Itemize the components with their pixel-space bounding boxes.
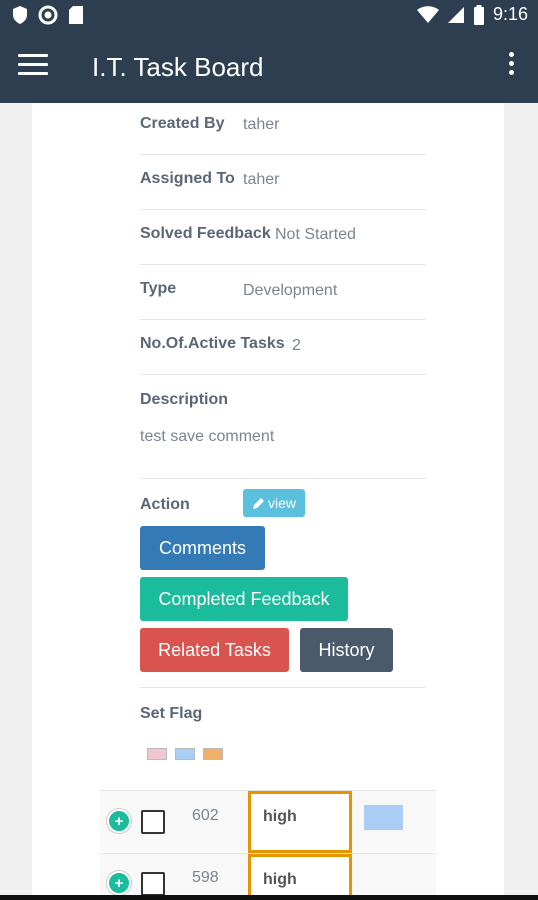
app-title: I.T. Task Board [92,52,264,82]
status-time: 9:16 [492,4,528,24]
screen-edge [0,895,538,900]
assigned-to-value: taher [243,171,280,188]
view-button-label: view [267,495,296,511]
active-tasks-value: 2 [292,337,301,354]
priority-cell[interactable]: high [248,854,352,900]
detail-row-description: Description test save comment [140,375,426,479]
related-tasks-button[interactable]: Related Tasks [140,628,289,672]
created-by-label: Created By [140,115,225,132]
overflow-menu-icon[interactable] [506,52,516,82]
detail-row-solved-feedback: Solved Feedback Not Started [140,210,426,265]
created-by-value: taher [243,116,280,133]
flag-swatch-orange[interactable] [203,748,223,760]
solved-feedback-value: Not Started [275,226,356,243]
flag-swatch-pink[interactable] [147,748,167,760]
menu-icon[interactable] [18,54,48,80]
row-checkbox[interactable] [141,810,165,834]
table-row[interactable]: + 602 high [100,790,436,853]
action-label: Action [140,496,190,513]
row-checkbox[interactable] [141,872,165,896]
solved-feedback-label: Solved Feedback [140,225,271,242]
flag-swatch-blue[interactable] [175,748,195,760]
description-label: Description [140,391,229,408]
priority-cell[interactable]: high [248,791,352,853]
completed-feedback-button[interactable]: Completed Feedback [140,577,348,621]
view-button[interactable]: view [243,489,305,517]
assigned-to-label: Assigned To [140,170,235,187]
detail-row-active-tasks: No.Of.Active Tasks 2 [140,320,426,375]
sd-card-icon [69,6,83,24]
comments-button[interactable]: Comments [140,526,265,570]
active-tasks-label: No.Of.Active Tasks [140,335,285,352]
pencil-icon [252,497,264,509]
circle-icon [38,5,58,25]
task-id: 602 [192,807,219,824]
status-bar: 9:16 [0,0,538,32]
signal-icon [447,6,464,23]
expand-icon[interactable]: + [107,809,131,833]
battery-icon [473,4,484,25]
detail-row-type: Type Development [140,265,426,320]
detail-row-created-by: Created By taher [140,103,426,155]
task-table: + 602 high + 598 high [100,790,436,900]
content-area[interactable]: Created By taher Assigned To taher Solve… [0,103,538,900]
type-label: Type [140,280,177,297]
expand-icon[interactable]: + [107,871,131,895]
set-flag-label: Set Flag [140,705,203,722]
shield-icon [13,6,27,24]
history-button[interactable]: History [300,628,393,672]
app-bar: I.T. Task Board [0,32,538,103]
wifi-icon [416,5,439,23]
detail-row-assigned-to: Assigned To taher [140,155,426,210]
description-value: test save comment [140,428,275,445]
type-value: Development [243,282,338,299]
divider [140,687,426,688]
flag-cell [364,805,403,830]
task-id: 598 [192,869,219,886]
table-row[interactable]: + 598 high [100,853,436,900]
